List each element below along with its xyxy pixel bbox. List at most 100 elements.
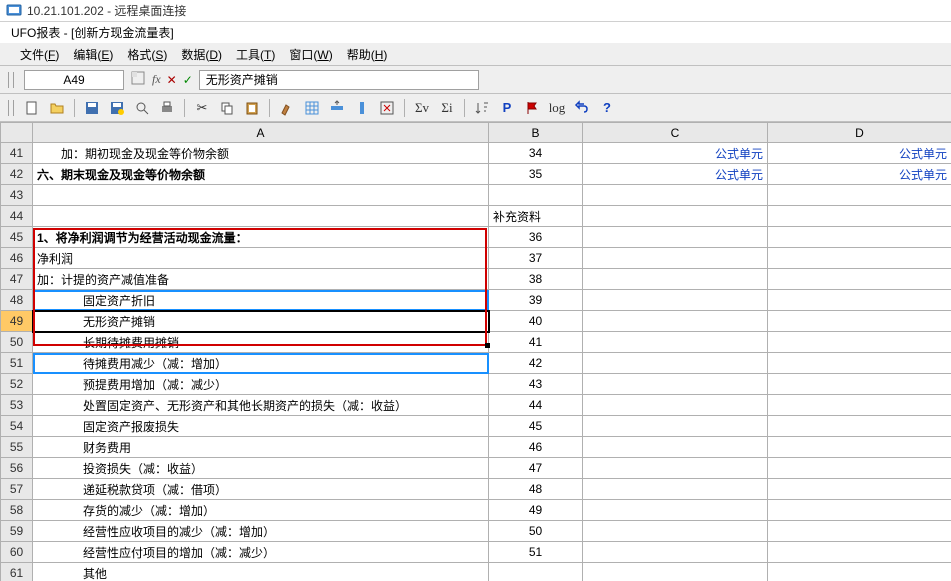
cell[interactable] [583,206,768,227]
menu-window[interactable]: 窗口(W) [283,44,338,65]
row-header[interactable]: 57 [1,479,33,500]
formula-input[interactable]: 无形资产摊销 [199,70,479,90]
cell[interactable] [768,500,951,521]
cell[interactable]: 42 [489,353,583,374]
cell[interactable]: 公式单元 [583,164,768,185]
col-header-d[interactable]: D [768,123,951,143]
undo-button[interactable] [571,97,593,119]
menu-tools[interactable]: 工具(T) [230,44,281,65]
cell[interactable] [768,290,951,311]
preview-button[interactable] [131,97,153,119]
log-button[interactable]: log [546,97,568,119]
row-header[interactable]: 43 [1,185,33,206]
col-header-a[interactable]: A [33,123,489,143]
cell[interactable]: 43 [489,374,583,395]
range-icon[interactable] [130,70,146,89]
cell[interactable] [768,374,951,395]
cell[interactable]: 50 [489,521,583,542]
row-header[interactable]: 49 [1,311,33,332]
row-header[interactable]: 42 [1,164,33,185]
cell[interactable] [768,416,951,437]
cell[interactable]: 其他 [33,563,489,581]
cell[interactable] [489,563,583,581]
cell[interactable]: 待摊费用减少（减：增加） [33,353,489,374]
cut-button[interactable]: ✂ [191,97,213,119]
cell[interactable]: 经营性应付项目的增加（减：减少） [33,542,489,563]
sort-button[interactable] [471,97,493,119]
brush-button[interactable] [276,97,298,119]
cell[interactable]: 37 [489,248,583,269]
menu-data[interactable]: 数据(D) [175,44,228,65]
cell[interactable]: 加：期初现金及现金等价物余额 [33,143,489,164]
cell[interactable] [768,206,951,227]
print-button[interactable] [156,97,178,119]
cell[interactable] [33,206,489,227]
saveas-button[interactable] [106,97,128,119]
cell[interactable]: 补充资料 [489,206,583,227]
toolbar-handle-2[interactable] [8,100,14,116]
open-button[interactable] [46,97,68,119]
cell[interactable] [583,269,768,290]
row-header[interactable]: 46 [1,248,33,269]
cell[interactable]: 36 [489,227,583,248]
cell[interactable]: 无形资产摊销 [33,311,489,332]
row-header[interactable]: 47 [1,269,33,290]
flag-button[interactable] [521,97,543,119]
row-header[interactable]: 60 [1,542,33,563]
cell[interactable]: 经营性应收项目的减少（减：增加） [33,521,489,542]
row-header[interactable]: 48 [1,290,33,311]
cell[interactable] [489,185,583,206]
cell[interactable] [583,332,768,353]
cell[interactable]: 财务费用 [33,437,489,458]
fx-icon[interactable]: fx [152,72,161,87]
fill-handle[interactable] [485,343,490,348]
cell[interactable]: 存货的减少（减：增加） [33,500,489,521]
confirm-icon[interactable]: ✓ [183,73,193,87]
cell[interactable] [768,395,951,416]
cell[interactable]: 46 [489,437,583,458]
cell[interactable]: 41 [489,332,583,353]
cell[interactable] [768,479,951,500]
cell[interactable] [583,500,768,521]
select-all-corner[interactable] [1,123,33,143]
cell[interactable] [583,290,768,311]
cell[interactable] [768,563,951,581]
name-box[interactable]: A49 [24,70,124,90]
cell[interactable]: 固定资产折旧 [33,290,489,311]
row-header[interactable]: 52 [1,374,33,395]
p-button[interactable]: P [496,97,518,119]
menu-edit[interactable]: 编辑(E) [67,44,119,65]
copy-button[interactable] [216,97,238,119]
row-header[interactable]: 50 [1,332,33,353]
menu-help[interactable]: 帮助(H) [341,44,394,65]
cell[interactable]: 34 [489,143,583,164]
cell[interactable] [583,563,768,581]
cell[interactable] [33,185,489,206]
cell[interactable] [583,458,768,479]
cell[interactable]: 公式单元 [583,143,768,164]
sigma-button[interactable]: Σv [411,97,433,119]
row-header[interactable]: 45 [1,227,33,248]
cell[interactable] [583,227,768,248]
cell[interactable] [768,542,951,563]
cell[interactable]: 公式单元 [768,143,951,164]
new-button[interactable] [21,97,43,119]
row-header[interactable]: 41 [1,143,33,164]
cell[interactable]: 投资损失（减：收益） [33,458,489,479]
cell[interactable]: 47 [489,458,583,479]
paste-button[interactable] [241,97,263,119]
cell[interactable] [768,521,951,542]
help-button[interactable]: ? [596,97,618,119]
row-header[interactable]: 59 [1,521,33,542]
cell[interactable] [768,353,951,374]
cell[interactable]: 45 [489,416,583,437]
cell[interactable]: 1、将净利润调节为经营活动现金流量： [33,227,489,248]
cell[interactable]: 49 [489,500,583,521]
cell[interactable] [583,248,768,269]
cell[interactable] [583,395,768,416]
row-header[interactable]: 51 [1,353,33,374]
cell[interactable] [583,416,768,437]
cell[interactable]: 44 [489,395,583,416]
cell[interactable]: 处置固定资产、无形资产和其他长期资产的损失（减：收益） [33,395,489,416]
row-header[interactable]: 58 [1,500,33,521]
